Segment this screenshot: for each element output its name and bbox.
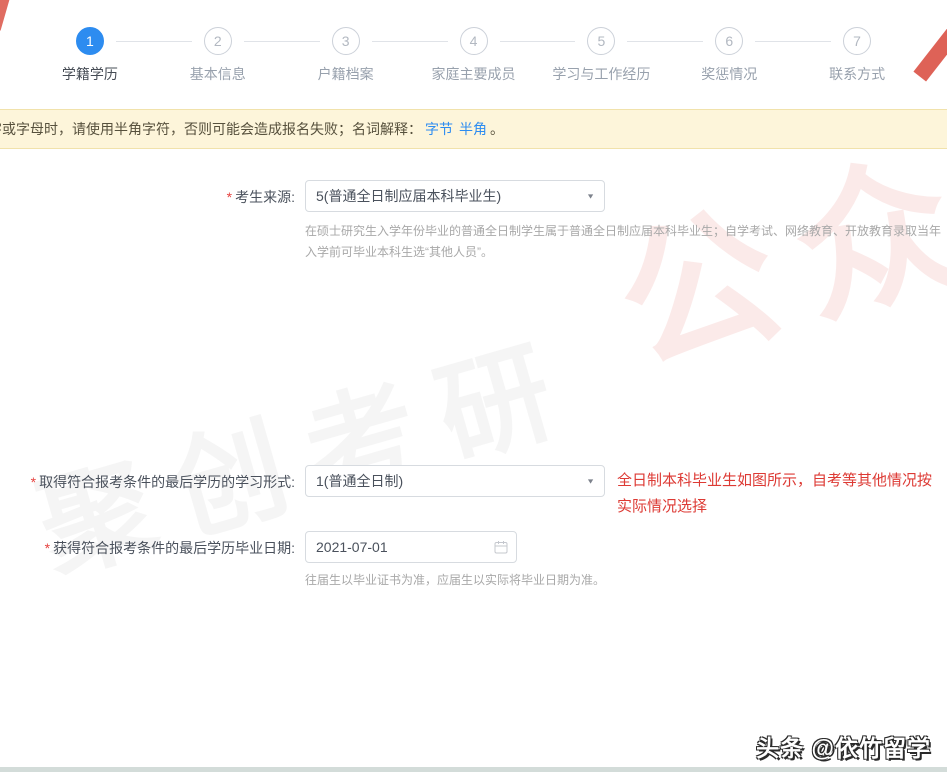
graduation-date-value: 2021-07-01 (316, 539, 388, 555)
step-5-label: 学习与工作经历 (537, 64, 665, 84)
step-1-label: 学籍学历 (26, 64, 154, 84)
graduation-date-input[interactable]: 2021-07-01 (305, 531, 517, 563)
step-4-circle: 4 (460, 27, 488, 55)
candidate-source-select[interactable]: 5(普通全日制应届本科毕业生) ▼ (305, 180, 605, 212)
candidate-source-label: *考生来源: (0, 180, 295, 207)
step-5-circle: 5 (587, 27, 615, 55)
study-form-value: 1(普通全日制) (316, 471, 403, 491)
byte-glossary-link[interactable]: 字节 (425, 121, 453, 137)
step-3-label: 户籍档案 (282, 64, 410, 84)
step-2-circle: 2 (204, 27, 232, 55)
bottom-edge-strip (0, 767, 947, 772)
graduation-date-hint: 往届生以毕业证书为准，应届生以实际将毕业日期为准。 (305, 570, 947, 591)
study-form-annotation: 全日制本科毕业生如图所示，自考等其他情况按实际情况选择 (617, 465, 945, 520)
required-asterisk: * (227, 189, 232, 205)
step-2-label: 基本信息 (154, 64, 282, 84)
graduation-date-label: *获得符合报考条件的最后学历毕业日期: (0, 531, 295, 558)
warning-text: 字或字母时，请使用半角字符，否则可能会造成报名失败；名词解释： (0, 121, 422, 137)
halfwidth-glossary-link[interactable]: 半角 (459, 121, 487, 137)
enrollment-education-form: *考生来源: 5(普通全日制应届本科毕业生) ▼ 在硕士研究生入学年份毕业的普通… (0, 149, 947, 772)
step-1-enrollment-education[interactable]: 1 学籍学历 (26, 27, 154, 84)
halfwidth-warning-bar: 字或字母时，请使用半角字符，否则可能会造成报名失败；名词解释：字节半角。 (0, 109, 947, 149)
step-1-circle: 1 (76, 27, 104, 55)
step-5-study-work-experience[interactable]: 5 学习与工作经历 (537, 27, 665, 84)
step-7-circle: 7 (843, 27, 871, 55)
wizard-stepper: 1 学籍学历 2 基本信息 3 户籍档案 4 家庭主要成员 5 学习与工作经历 … (0, 0, 947, 84)
study-form-select[interactable]: 1(普通全日制) ▼ (305, 465, 605, 497)
step-3-household-archive[interactable]: 3 户籍档案 (282, 27, 410, 84)
chevron-down-icon: ▼ (586, 477, 595, 485)
study-form-label: *取得符合报考条件的最后学历的学习形式: (0, 465, 295, 492)
step-7-label: 联系方式 (793, 64, 921, 84)
step-4-family-members[interactable]: 4 家庭主要成员 (410, 27, 538, 84)
step-3-circle: 3 (332, 27, 360, 55)
study-form-row: *取得符合报考条件的最后学历的学习形式: 1(普通全日制) ▼ 全日制本科毕业生… (0, 465, 947, 520)
calendar-icon[interactable] (494, 540, 508, 554)
candidate-source-value: 5(普通全日制应届本科毕业生) (316, 186, 501, 206)
step-6-circle: 6 (715, 27, 743, 55)
candidate-source-row: *考生来源: 5(普通全日制应届本科毕业生) ▼ 在硕士研究生入学年份毕业的普通… (0, 180, 947, 443)
required-asterisk: * (45, 540, 50, 556)
step-4-label: 家庭主要成员 (410, 64, 538, 84)
application-form-page: 聚创考研 公众号 1 学籍学历 2 基本信息 3 户籍档案 4 家庭主要成员 5… (0, 0, 947, 772)
step-2-basic-info[interactable]: 2 基本信息 (154, 27, 282, 84)
toutiao-byline-watermark: 头条 @依竹留学 (756, 729, 931, 763)
warning-text-end: 。 (490, 121, 504, 137)
step-6-label: 奖惩情况 (665, 64, 793, 84)
step-6-rewards-punishments[interactable]: 6 奖惩情况 (665, 27, 793, 84)
required-asterisk: * (31, 474, 36, 490)
candidate-source-hint: 在硕士研究生入学年份毕业的普通全日制学生属于普通全日制应届本科毕业生；自学考试、… (305, 221, 947, 263)
chevron-down-icon: ▼ (586, 192, 595, 200)
step-7-contact-info[interactable]: 7 联系方式 (793, 27, 921, 84)
